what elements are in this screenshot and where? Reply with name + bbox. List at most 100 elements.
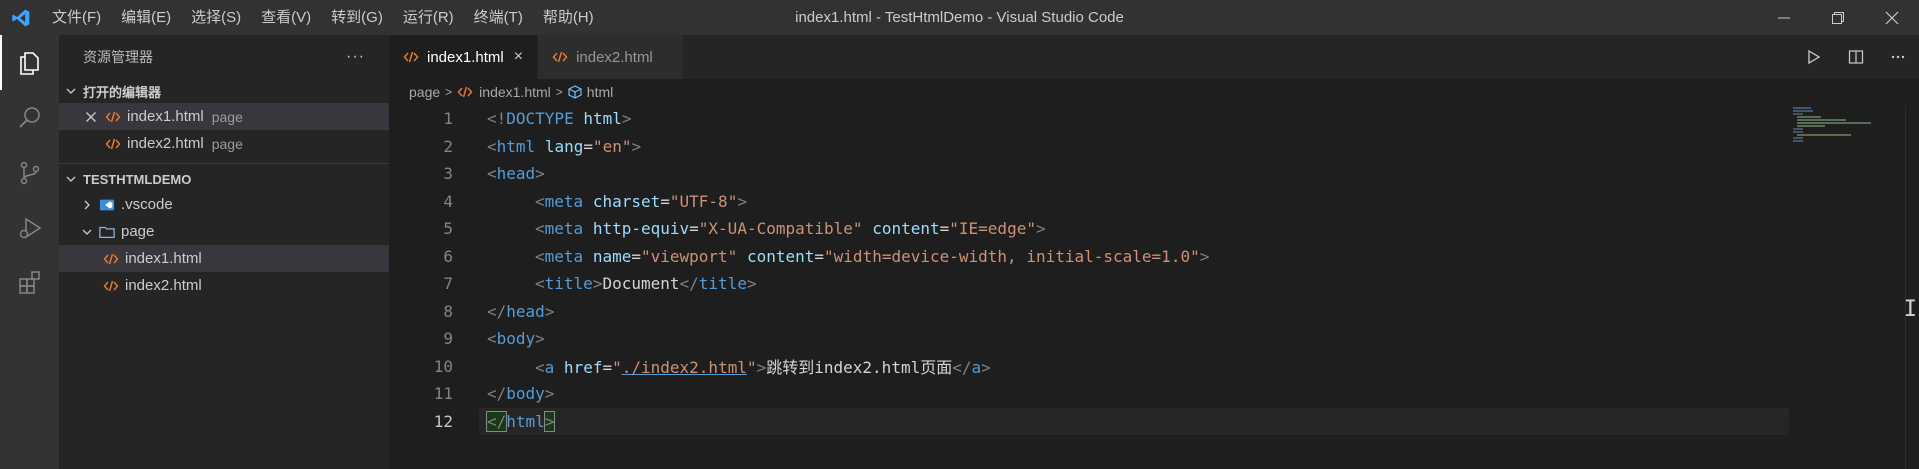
- open-editor-desc: page: [211, 108, 243, 125]
- code-line: 7 <title>Document</title>: [389, 270, 1919, 298]
- tab-close-icon[interactable]: ×: [514, 48, 523, 66]
- menu-go[interactable]: 转到(G): [321, 0, 393, 35]
- tree-item-label: index2.html: [125, 277, 202, 294]
- source-control-button[interactable]: [0, 145, 59, 200]
- text-cursor-icon: I: [1903, 297, 1917, 322]
- tree-item-label: page: [121, 223, 155, 240]
- more-actions-icon[interactable]: ···: [346, 48, 365, 66]
- chevron-right-icon: [79, 197, 95, 213]
- chevron-right-icon: >: [445, 85, 453, 99]
- tab-label: index2.html: [576, 48, 653, 66]
- title-bar: 文件(F) 编辑(E) 选择(S) 查看(V) 转到(G) 运行(R) 终端(T…: [0, 0, 1919, 35]
- run-debug-button[interactable]: [0, 200, 59, 255]
- code-line: 1 <!DOCTYPE html>: [389, 105, 1919, 133]
- html-file-icon: [103, 251, 119, 267]
- tab-bar: index1.html × index2.html: [389, 35, 1919, 79]
- sidebar-title: 资源管理器: [83, 49, 153, 65]
- close-icon: [1885, 11, 1899, 24]
- code-text: <a href="./index2.html">跳转到index2.html页面…: [535, 358, 991, 378]
- tab-label: index1.html: [427, 48, 504, 66]
- extensions-icon: [18, 270, 40, 294]
- run-debug-icon: [19, 217, 41, 238]
- open-editor-item[interactable]: index1.html page: [59, 103, 389, 130]
- folder-open-icon: [99, 224, 115, 240]
- run-button[interactable]: [1793, 35, 1835, 79]
- split-editor-icon: [1848, 50, 1864, 64]
- files-icon: [19, 51, 39, 75]
- tree-item-vscode-folder[interactable]: .vscode: [59, 191, 389, 218]
- code-text: <title>Document</title>: [535, 274, 757, 294]
- minimize-button[interactable]: [1757, 0, 1811, 35]
- line-number: 4: [443, 191, 453, 211]
- vertical-scrollbar[interactable]: [1905, 105, 1919, 469]
- line-number: 12: [433, 411, 453, 431]
- open-editor-item[interactable]: index2.html page: [59, 130, 389, 157]
- code-text: <head>: [487, 164, 545, 184]
- chevron-down-icon: [79, 224, 95, 240]
- menu-bar: 文件(F) 编辑(E) 选择(S) 查看(V) 转到(G) 运行(R) 终端(T…: [42, 0, 604, 35]
- minimap[interactable]: [1791, 105, 1901, 175]
- menu-help[interactable]: 帮助(H): [533, 0, 604, 35]
- tab-index1[interactable]: index1.html ×: [389, 35, 539, 79]
- workspace-section[interactable]: TESTHTMLDEMO: [59, 167, 389, 191]
- line-number: 2: [443, 136, 453, 156]
- tab-index2[interactable]: index2.html: [538, 35, 684, 79]
- open-editors-label: 打开的编辑器: [83, 84, 162, 100]
- workspace-label: TESTHTMLDEMO: [83, 171, 192, 187]
- open-editors-section[interactable]: 打开的编辑器: [59, 79, 389, 103]
- tree-item-page-folder[interactable]: page: [59, 218, 389, 245]
- code-line: 11 </body>: [389, 380, 1919, 408]
- line-number: 1: [443, 109, 453, 129]
- html-file-icon: [403, 50, 419, 64]
- breadcrumb-symbol[interactable]: html: [568, 84, 613, 100]
- html-file-icon: [552, 50, 568, 64]
- menu-terminal[interactable]: 终端(T): [464, 0, 533, 35]
- source-control-icon: [20, 161, 39, 184]
- menu-file[interactable]: 文件(F): [42, 0, 111, 35]
- minimize-icon: [1778, 17, 1790, 18]
- search-button[interactable]: [0, 90, 59, 145]
- line-number: 8: [443, 301, 453, 321]
- code-text: </body>: [487, 384, 555, 404]
- href-link[interactable]: ./index2.html: [622, 358, 747, 377]
- editor-area: index1.html × index2.html page > index1.…: [389, 35, 1919, 469]
- line-number: 9: [443, 329, 453, 349]
- explorer-button[interactable]: [0, 35, 59, 90]
- breadcrumb-folder[interactable]: page: [409, 84, 440, 100]
- line-number: 11: [433, 384, 453, 404]
- code-text: <meta charset="UTF-8">: [535, 191, 747, 211]
- chevron-right-icon: >: [555, 85, 563, 99]
- code-line: 4 <meta charset="UTF-8">: [389, 188, 1919, 216]
- extensions-button[interactable]: [0, 255, 59, 310]
- menu-edit[interactable]: 编辑(E): [111, 0, 181, 35]
- line-number: 3: [443, 164, 453, 184]
- html-file-icon: [103, 278, 119, 294]
- code-editor[interactable]: 1 <!DOCTYPE html> 2 <html lang="en"> 3 <…: [389, 105, 1919, 435]
- html-file-icon: [457, 85, 473, 99]
- window-controls: [1757, 0, 1919, 35]
- search-icon: [18, 106, 40, 128]
- restore-button[interactable]: [1811, 0, 1865, 35]
- split-editor-button[interactable]: [1835, 35, 1877, 79]
- menu-run[interactable]: 运行(R): [393, 0, 464, 35]
- menu-view[interactable]: 查看(V): [251, 0, 321, 35]
- tree-item-label: index1.html: [125, 250, 202, 267]
- line-number: 6: [443, 246, 453, 266]
- editor-actions: [1793, 35, 1919, 79]
- breadcrumb-file[interactable]: index1.html: [457, 84, 551, 100]
- tree-item-index1[interactable]: index1.html: [59, 245, 389, 272]
- vscode-logo-icon: [0, 0, 42, 35]
- close-icon[interactable]: [83, 109, 99, 125]
- activity-bar: [0, 35, 59, 469]
- section-divider: [59, 163, 389, 164]
- breadcrumb: page > index1.html > html: [389, 79, 1919, 105]
- open-editor-name: index1.html: [127, 108, 204, 125]
- open-editor-desc: page: [211, 135, 243, 152]
- open-editor-name: index2.html: [127, 135, 204, 152]
- more-actions-button[interactable]: [1877, 35, 1919, 79]
- code-text: </head>: [487, 301, 555, 321]
- menu-selection[interactable]: 选择(S): [181, 0, 251, 35]
- close-window-button[interactable]: [1865, 0, 1919, 35]
- tree-item-index2[interactable]: index2.html: [59, 272, 389, 299]
- html-file-icon: [105, 136, 121, 152]
